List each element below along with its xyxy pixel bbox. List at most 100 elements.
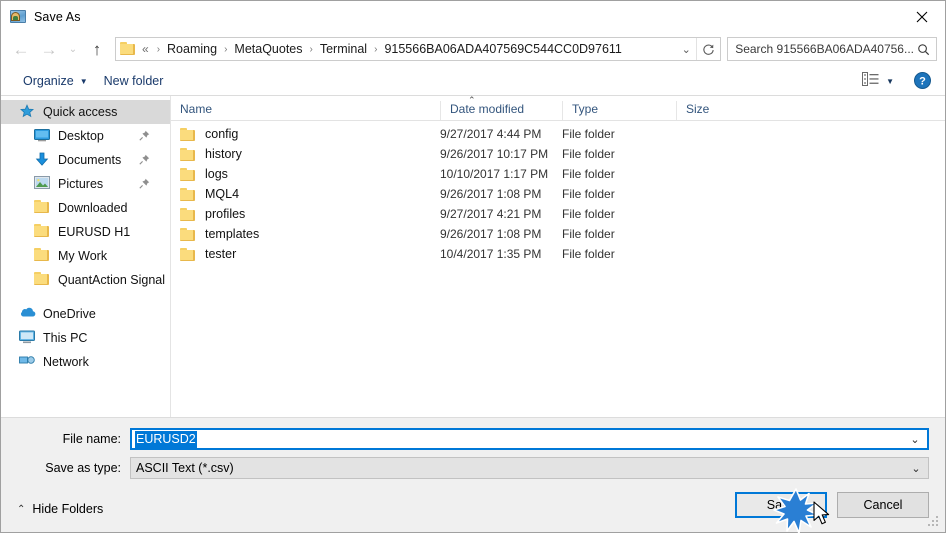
column-header-size[interactable]: Size (676, 101, 758, 120)
folder-icon (34, 272, 51, 288)
new-folder-label: New folder (103, 73, 164, 88)
file-date-cell: 10/4/2017 1:35 PM (440, 247, 542, 261)
folder-icon (34, 248, 51, 264)
sidebar-item-label: OneDrive (43, 307, 96, 321)
pin-icon[interactable] (139, 154, 150, 165)
sidebar-item-documents[interactable]: Documents (1, 148, 170, 172)
file-type-cell: File folder (562, 207, 615, 221)
back-button[interactable]: ← (7, 35, 35, 63)
save-button[interactable]: Save (735, 492, 827, 518)
list-view-icon (862, 72, 879, 89)
file-type-cell: File folder (562, 127, 615, 141)
column-header-date-modified[interactable]: Date modified (440, 101, 562, 120)
sidebar-item-downloaded[interactable]: Downloaded (1, 196, 170, 220)
sidebar-item-this-pc[interactable]: This PC (1, 326, 170, 350)
file-name-cell: config (171, 127, 440, 141)
hide-folders-button[interactable]: ⌃ Hide Folders (17, 502, 103, 516)
breadcrumb-item-roaming[interactable]: Roaming (165, 42, 219, 56)
up-button[interactable]: ↑ (83, 35, 111, 63)
pin-icon[interactable] (139, 130, 150, 141)
navigation-sidebar[interactable]: Quick access Desktop Documents Pictures … (1, 96, 171, 417)
close-icon[interactable] (899, 1, 945, 32)
cancel-button-label: Cancel (863, 498, 903, 512)
sidebar-item-label: Documents (58, 153, 122, 167)
sidebar-item-eurusd-h1[interactable]: EURUSD H1 (1, 220, 170, 244)
sidebar-item-pictures[interactable]: Pictures (1, 172, 170, 196)
refresh-icon[interactable] (696, 38, 720, 60)
file-type-cell: File folder (562, 247, 615, 261)
file-name-input[interactable]: EURUSD2 ⌄ (130, 428, 929, 450)
folder-icon (34, 224, 51, 240)
file-name-cell: logs (171, 167, 440, 181)
folder-icon (180, 167, 196, 181)
address-bar[interactable]: « › Roaming › MetaQuotes › Terminal › 91… (115, 37, 722, 61)
breadcrumb-item-terminal[interactable]: Terminal (318, 42, 369, 56)
file-name-label: tester (205, 247, 237, 261)
table-row[interactable]: logs 10/10/2017 1:17 PM File folder (171, 164, 945, 184)
column-header-type[interactable]: Type (562, 101, 676, 120)
folder-icon (120, 42, 136, 56)
sidebar-item-label: EURUSD H1 (58, 225, 131, 239)
organize-button[interactable]: Organize ▼ (15, 71, 96, 91)
sidebar-item-network[interactable]: Network (1, 350, 170, 374)
file-type-cell: File folder (562, 227, 615, 241)
breadcrumb-separator[interactable]: › (219, 44, 232, 55)
sidebar-item-desktop[interactable]: Desktop (1, 124, 170, 148)
sidebar-item-onedrive[interactable]: OneDrive (1, 302, 170, 326)
cancel-button[interactable]: Cancel (837, 492, 929, 518)
star-pin-icon (19, 104, 36, 120)
file-date-cell: 10/10/2017 1:17 PM (440, 167, 549, 181)
breadcrumb: « › Roaming › MetaQuotes › Terminal › 91… (141, 42, 676, 56)
breadcrumb-separator[interactable]: › (152, 44, 165, 55)
new-folder-button[interactable]: New folder (96, 71, 172, 91)
recent-locations-button[interactable]: ⌄ (63, 35, 83, 63)
chevron-down-icon[interactable]: ⌄ (903, 433, 927, 446)
sidebar-item-quantaction-signal[interactable]: QuantAction Signal (1, 268, 170, 292)
file-name-label: logs (205, 167, 228, 181)
pictures-icon (34, 176, 51, 192)
table-row[interactable]: config 9/27/2017 4:44 PM File folder (171, 124, 945, 144)
sidebar-item-label: Downloaded (58, 201, 128, 215)
table-row[interactable]: profiles 9/27/2017 4:21 PM File folder (171, 204, 945, 224)
change-view-button[interactable]: ▼ (856, 70, 900, 91)
dialog-buttons: Save Cancel (735, 492, 929, 518)
table-row[interactable]: history 9/26/2017 10:17 PM File folder (171, 144, 945, 164)
breadcrumb-separator[interactable]: › (305, 44, 318, 55)
desktop-icon (34, 128, 51, 144)
file-rows: config 9/27/2017 4:44 PM File folder his… (171, 121, 945, 417)
file-name-value: EURUSD2 (132, 431, 903, 448)
sort-ascending-icon: ⌃ (468, 95, 476, 105)
forward-icon: → (40, 39, 58, 59)
chevron-up-icon: ⌃ (17, 503, 26, 515)
sidebar-item-label: Pictures (58, 177, 104, 191)
file-name-cell: templates (171, 227, 440, 241)
help-button[interactable]: ? (914, 72, 931, 89)
sidebar-item-my-work[interactable]: My Work (1, 244, 170, 268)
chevron-down-icon[interactable]: ⌄ (904, 462, 928, 475)
breadcrumb-item-instance[interactable]: 915566BA06ADA407569C544CC0D97611 (382, 42, 623, 56)
breadcrumb-separator[interactable]: › (369, 44, 382, 55)
sidebar-item-quick-access[interactable]: Quick access (1, 100, 170, 124)
breadcrumb-overflow[interactable]: « (141, 42, 152, 56)
column-headers: Name Date modified Type Size ⌃ (171, 96, 945, 121)
folder-icon (180, 207, 196, 221)
save-form: File name: EURUSD2 ⌄ Save as type: ASCII… (1, 418, 945, 486)
table-row[interactable]: tester 10/4/2017 1:35 PM File folder (171, 244, 945, 264)
navigation-bar: ← → ⌄ ↑ « › Roaming › MetaQuotes › Termi… (1, 32, 945, 66)
file-type-cell: File folder (562, 147, 615, 161)
sidebar-item-label: This PC (43, 331, 88, 345)
forward-button[interactable]: → (35, 35, 63, 63)
pin-icon[interactable] (139, 178, 150, 189)
folder-icon (34, 200, 51, 216)
save-button-label: Save (766, 498, 796, 512)
column-header-name[interactable]: Name (171, 101, 440, 120)
resize-grip[interactable] (928, 516, 941, 529)
breadcrumb-item-metaquotes[interactable]: MetaQuotes (232, 42, 304, 56)
save-as-type-select[interactable]: ASCII Text (*.csv) ⌄ (130, 457, 929, 479)
table-row[interactable]: MQL4 9/26/2017 1:08 PM File folder (171, 184, 945, 204)
folder-icon (180, 187, 196, 201)
table-row[interactable]: templates 9/26/2017 1:08 PM File folder (171, 224, 945, 244)
command-toolbar: Organize ▼ New folder ▼ ? (1, 66, 945, 96)
search-input[interactable]: Search 915566BA06ADA40756... (727, 37, 937, 61)
address-dropdown-icon[interactable]: ⌄ (676, 43, 696, 56)
